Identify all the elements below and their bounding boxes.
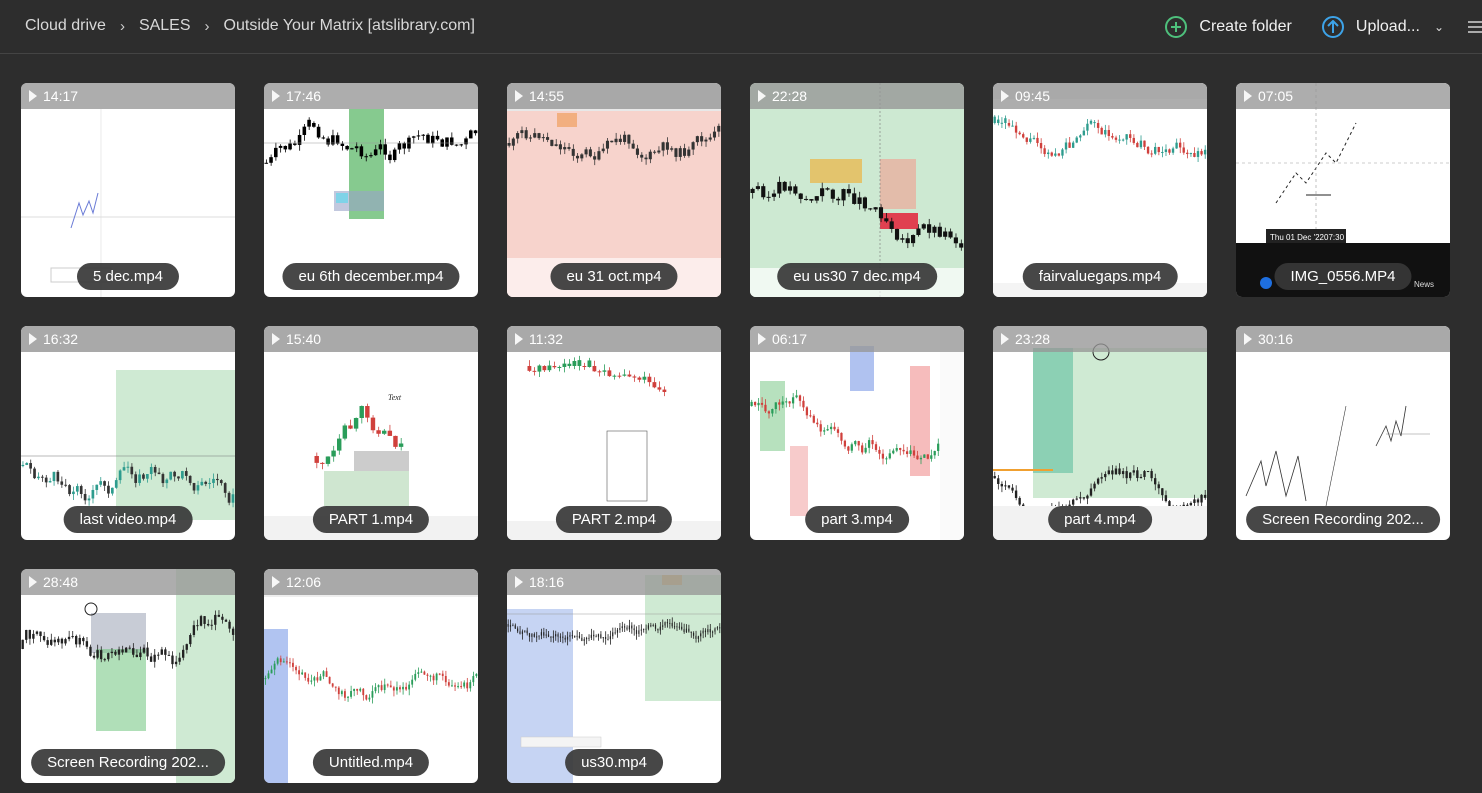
play-icon [272, 576, 280, 588]
play-icon [29, 576, 37, 588]
breadcrumb-separator-icon: › [204, 17, 210, 35]
video-duration: 07:05 [1258, 88, 1294, 104]
breadcrumb-current-folder[interactable]: Outside Your Matrix [atslibrary.com] [224, 17, 475, 35]
video-tile[interactable]: 17:46 eu 6th december.mp4 [264, 83, 478, 297]
video-tile[interactable]: 28:48 Screen Recording 202... [21, 569, 235, 783]
video-tile[interactable]: Text 15:40 PART 1.mp4 [264, 326, 478, 540]
video-filename: part 4.mp4 [1048, 506, 1152, 533]
video-tile[interactable]: 11:32 PART 2.mp4 [507, 326, 721, 540]
video-filename: Screen Recording 202... [31, 749, 225, 776]
video-filename: eu 31 oct.mp4 [550, 263, 678, 290]
video-filename: 5 dec.mp4 [76, 263, 180, 290]
video-filename: fairvaluegaps.mp4 [1022, 263, 1178, 290]
video-duration: 15:40 [286, 331, 322, 347]
video-tile[interactable]: 06:17 part 3.mp4 [750, 326, 964, 540]
video-filename: last video.mp4 [63, 506, 193, 533]
breadcrumb: Cloud drive › SALES › Outside Your Matri… [25, 17, 475, 35]
part1-text-label: Text [388, 393, 402, 402]
duration-bar: 30:16 [1236, 326, 1450, 352]
video-duration: 09:45 [1015, 88, 1051, 104]
img-time-text: 07:30 [1324, 233, 1345, 242]
play-icon [515, 333, 523, 345]
duration-bar: 14:55 [507, 83, 721, 109]
video-duration: 11:32 [529, 331, 563, 347]
video-duration: 22:28 [772, 88, 808, 104]
video-duration: 28:48 [43, 574, 79, 590]
list-view-icon[interactable] [1468, 21, 1482, 33]
video-duration: 12:06 [286, 574, 322, 590]
duration-bar: 09:45 [993, 83, 1207, 109]
duration-bar: 16:32 [21, 326, 235, 352]
video-duration: 18:16 [529, 574, 565, 590]
duration-bar: 18:16 [507, 569, 721, 595]
video-tile[interactable]: Thu 01 Dec '22 07:30 News 07:05 IMG_0556.MP4 [1236, 83, 1450, 297]
duration-bar: 14:17 [21, 83, 235, 109]
play-icon [1001, 333, 1009, 345]
video-tile[interactable]: 09:45 fairvaluegaps.mp4 [993, 83, 1207, 297]
video-duration: 06:17 [772, 331, 808, 347]
top-bar: Cloud drive › SALES › Outside Your Matri… [0, 0, 1482, 54]
video-tile[interactable]: 14:55 eu 31 oct.mp4 [507, 83, 721, 297]
breadcrumb-sales[interactable]: SALES [139, 17, 191, 35]
video-filename: eu us30 7 dec.mp4 [777, 263, 937, 290]
video-filename: PART 1.mp4 [312, 506, 430, 533]
video-filename: part 3.mp4 [805, 506, 909, 533]
video-filename: Untitled.mp4 [312, 749, 430, 776]
video-tile[interactable]: 22:28 eu us30 7 dec.mp4 [750, 83, 964, 297]
video-tile[interactable]: 23:28 part 4.mp4 [993, 326, 1207, 540]
play-icon [272, 333, 280, 345]
video-duration: 16:32 [43, 331, 79, 347]
play-icon [1244, 333, 1252, 345]
play-icon [29, 90, 37, 102]
play-icon [1001, 90, 1009, 102]
video-tile[interactable]: 12:06 Untitled.mp4 [264, 569, 478, 783]
video-filename: Screen Recording 202... [1246, 506, 1440, 533]
video-duration: 30:16 [1258, 331, 1294, 347]
video-tile[interactable]: 14:17 5 dec.mp4 [21, 83, 235, 297]
duration-bar: 06:17 [750, 326, 964, 352]
duration-bar: 07:05 [1236, 83, 1450, 109]
create-folder-label: Create folder [1199, 18, 1292, 35]
video-filename: eu 6th december.mp4 [282, 263, 460, 290]
duration-bar: 12:06 [264, 569, 478, 595]
video-duration: 23:28 [1015, 331, 1051, 347]
img-date-text: Thu 01 Dec '22 [1270, 233, 1325, 242]
video-tile[interactable]: 16:32 last video.mp4 [21, 326, 235, 540]
breadcrumb-separator-icon: › [119, 17, 125, 35]
video-duration: 17:46 [286, 88, 322, 104]
video-duration: 14:17 [43, 88, 79, 104]
video-tile[interactable]: 30:16 Screen Recording 202... [1236, 326, 1450, 540]
video-filename: IMG_0556.MP4 [1274, 263, 1412, 290]
upload-button[interactable]: Upload... ⌄ [1321, 16, 1444, 38]
create-folder-button[interactable]: Create folder [1165, 16, 1292, 38]
play-icon [1244, 90, 1252, 102]
duration-bar: 17:46 [264, 83, 478, 109]
play-icon [272, 90, 280, 102]
chevron-down-icon[interactable]: ⌄ [1434, 20, 1444, 34]
video-filename: us30.mp4 [565, 749, 663, 776]
duration-bar: 15:40 [264, 326, 478, 352]
duration-bar: 22:28 [750, 83, 964, 109]
video-tile[interactable]: 18:16 us30.mp4 [507, 569, 721, 783]
play-icon [758, 90, 766, 102]
play-icon [515, 90, 523, 102]
duration-bar: 28:48 [21, 569, 235, 595]
play-icon [29, 333, 37, 345]
img-news-text: News [1414, 280, 1434, 289]
duration-bar: 11:32 [507, 326, 721, 352]
duration-bar: 23:28 [993, 326, 1207, 352]
breadcrumb-cloud-drive[interactable]: Cloud drive [25, 17, 106, 35]
video-filename: PART 2.mp4 [555, 506, 673, 533]
upload-label: Upload... [1355, 18, 1420, 35]
upload-icon [1321, 16, 1344, 38]
play-icon [515, 576, 523, 588]
video-duration: 14:55 [529, 88, 565, 104]
add-folder-icon [1165, 16, 1188, 38]
play-icon [758, 333, 766, 345]
